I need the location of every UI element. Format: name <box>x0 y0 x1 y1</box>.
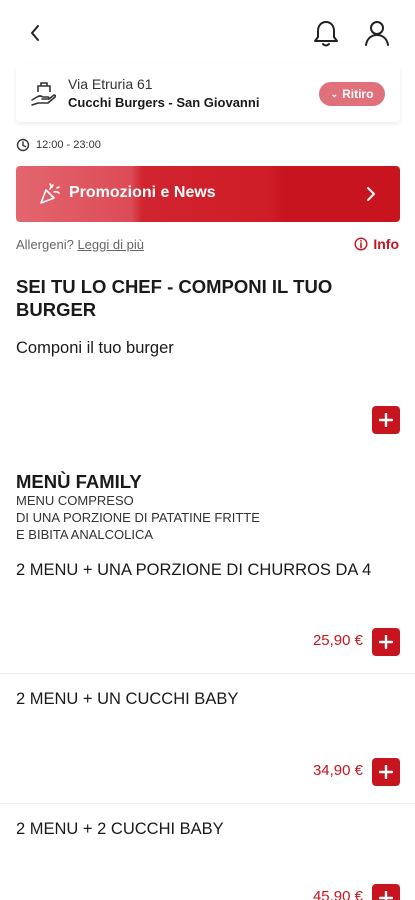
clock-icon <box>16 138 30 152</box>
store-street: Via Etruria 61 <box>68 76 153 92</box>
plus-icon <box>379 765 393 779</box>
section-subtitle-line: E BIBITA ANALCOLICA <box>16 527 154 542</box>
add-item-button[interactable] <box>372 758 400 786</box>
store-card[interactable]: Via Etruria 61 Cucchi Burgers - San Giov… <box>16 64 400 122</box>
hours-text: 12:00 - 23:00 <box>36 139 101 151</box>
section-title: MENÙ FAMILY <box>16 471 142 492</box>
takeaway-hand-icon <box>31 82 57 106</box>
order-mode-label: Ritiro <box>342 87 374 101</box>
allergens-notice: Allergeni? Leggi di più <box>16 237 144 252</box>
section-subtitle-line: MENU COMPRESO <box>16 493 134 508</box>
user-icon <box>365 21 389 46</box>
add-item-button[interactable] <box>372 406 400 434</box>
promo-label: Promozioni e News <box>69 184 216 201</box>
bell-icon <box>314 21 338 47</box>
order-mode-button[interactable]: ⌄ Ritiro <box>319 82 385 106</box>
notifications-button[interactable] <box>312 18 340 48</box>
profile-button[interactable] <box>362 18 392 48</box>
chevron-left-icon <box>31 25 39 41</box>
menu-item-price: 25,90 € <box>312 632 363 649</box>
info-label: Info <box>373 236 399 252</box>
menu-item-price: 45,90 € <box>312 888 363 900</box>
section-title: SEI TU LO CHEF - COMPONI IL TUO BURGER <box>16 276 333 320</box>
top-bar <box>0 0 415 64</box>
menu-item-name[interactable]: 2 MENU + UN CUCCHI BABY <box>16 689 396 710</box>
plus-icon <box>379 413 393 427</box>
chevron-right-icon <box>367 187 375 201</box>
plus-icon <box>379 891 393 900</box>
section-subtitle-line: DI UNA PORZIONE DI PATATINE FRITTE <box>16 510 260 525</box>
chevron-down-icon: ⌄ <box>330 88 339 99</box>
info-button[interactable]: Info <box>354 236 399 252</box>
divider <box>0 803 415 804</box>
menu-item-name[interactable]: 2 MENU + UNA PORZIONE DI CHURROS DA 4 <box>16 560 396 581</box>
menu-item-name[interactable]: 2 MENU + 2 CUCCHI BABY <box>16 819 396 840</box>
menu-item-name[interactable]: Componi il tuo burger <box>16 338 396 359</box>
plus-icon <box>379 635 393 649</box>
info-icon <box>354 237 368 251</box>
promo-banner[interactable]: Promozioni e News <box>16 166 400 222</box>
store-name: Cucchi Burgers - San Giovanni <box>68 95 260 110</box>
party-popper-icon <box>40 183 60 204</box>
add-item-button[interactable] <box>372 884 400 900</box>
add-item-button[interactable] <box>372 628 400 656</box>
allergens-prefix: Allergeni? <box>16 237 74 252</box>
allergens-link[interactable]: Leggi di più <box>77 237 144 252</box>
back-button[interactable] <box>22 20 48 46</box>
menu-item-price: 34,90 € <box>312 762 363 779</box>
divider <box>0 673 415 674</box>
opening-hours: 12:00 - 23:00 <box>16 138 101 152</box>
